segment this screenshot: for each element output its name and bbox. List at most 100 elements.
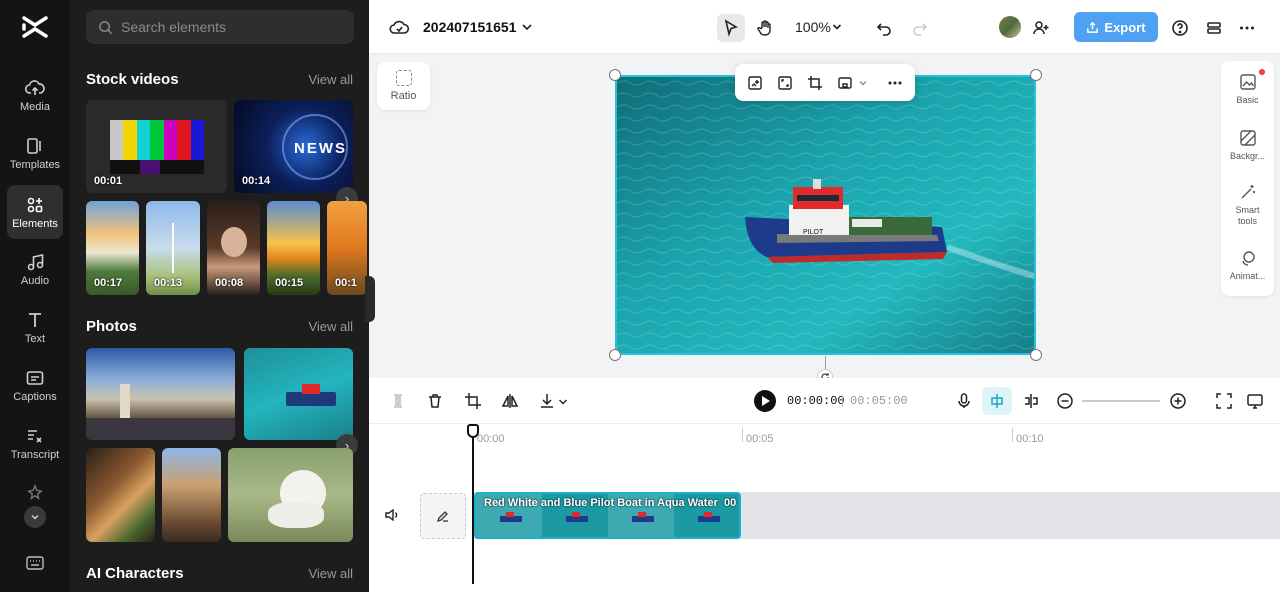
search-input[interactable] (121, 19, 341, 35)
split-view-button[interactable] (1020, 390, 1042, 412)
rotate-stem (825, 356, 826, 370)
video-duration: 00:01 (94, 175, 123, 187)
chevron-down-icon[interactable] (521, 21, 533, 33)
rail-transcript[interactable]: Transcript (7, 416, 63, 470)
rail-templates[interactable]: Templates (7, 126, 63, 180)
prop-smart-tools[interactable]: Smart tools (1221, 183, 1274, 227)
prop-animation[interactable]: Animat... (1221, 249, 1274, 282)
zoom-level[interactable]: 100% (795, 19, 831, 35)
magic-star-icon[interactable] (26, 484, 44, 502)
cloud-sync-icon[interactable] (389, 18, 409, 36)
help-button[interactable] (1166, 14, 1194, 42)
keyboard-icon[interactable] (26, 555, 44, 571)
flip-button[interactable] (499, 390, 521, 412)
playhead-handle[interactable] (467, 424, 479, 438)
split-icon (394, 394, 402, 408)
video-thumb-flowers-sunset[interactable]: 00:17 (86, 201, 139, 295)
cursor-icon (724, 19, 738, 37)
video-clip[interactable]: Red White and Blue Pilot Boat in Aqua Wa… (474, 492, 741, 539)
hand-tool-button[interactable] (751, 14, 779, 42)
chevron-down-icon[interactable] (859, 79, 867, 87)
prop-basic[interactable]: Basic (1221, 73, 1274, 106)
record-voice-button[interactable] (953, 390, 975, 412)
canvas-preview[interactable]: PILOT (615, 75, 1036, 355)
video-thumb-color-bars[interactable]: 00:01 (86, 100, 227, 193)
project-name[interactable]: 202407151651 (423, 19, 516, 35)
zoom-slider[interactable] (1082, 400, 1160, 402)
fullscreen-icon (1216, 393, 1232, 409)
remove-bg-icon (838, 77, 852, 89)
resize-handle-bottom-right[interactable] (1030, 349, 1042, 361)
video-thumb-sunset-field[interactable]: 00:1 (327, 201, 367, 295)
prop-background[interactable]: Backgr... (1221, 129, 1274, 162)
split-button[interactable] (387, 390, 409, 412)
play-button[interactable] (754, 390, 776, 412)
resize-handle-bottom-left[interactable] (609, 349, 621, 361)
panel-collapse-handle[interactable] (365, 276, 375, 322)
snap-toggle[interactable] (986, 390, 1008, 412)
avatar[interactable] (999, 16, 1021, 38)
ai-characters-view-all[interactable]: View all (308, 566, 353, 581)
select-tool-button[interactable] (717, 14, 745, 42)
volume-icon[interactable] (383, 506, 401, 524)
background-remove-button[interactable] (835, 73, 855, 93)
ratio-button[interactable]: Ratio (377, 62, 430, 110)
chevron-down-icon[interactable] (558, 397, 568, 407)
add-collaborator-button[interactable] (1027, 14, 1055, 42)
fit-frame-icon (778, 76, 792, 90)
rail-captions[interactable]: Captions (7, 358, 63, 412)
prop-background-label: Backgr... (1229, 151, 1265, 161)
search-box[interactable] (86, 10, 354, 44)
more-menu-button[interactable] (1233, 14, 1261, 42)
photo-thumb-pilot-boat[interactable] (244, 348, 353, 440)
zoom-in-button[interactable] (1167, 390, 1189, 412)
video-thumb-news[interactable]: NEWS 00:14 (234, 100, 353, 193)
photo-thumb-white-dog[interactable] (228, 448, 353, 542)
video-duration: 00:14 (242, 175, 271, 187)
delete-button[interactable] (424, 390, 446, 412)
download-button[interactable] (536, 390, 558, 412)
canvas-more-button[interactable] (885, 73, 905, 93)
preview-layout-button[interactable] (1244, 390, 1266, 412)
resize-handle-top-left[interactable] (609, 69, 621, 81)
rail-more-button[interactable] (24, 506, 46, 528)
resize-handle-top-right[interactable] (1030, 69, 1042, 81)
chevron-down-icon[interactable] (832, 22, 842, 32)
background-icon (1239, 130, 1256, 146)
crop-clip-button[interactable] (462, 390, 484, 412)
layers-icon (1207, 22, 1221, 34)
stock-videos-view-all[interactable]: View all (308, 72, 353, 87)
zoom-out-button[interactable] (1054, 390, 1076, 412)
edit-cover-button[interactable] (420, 493, 466, 539)
video-thumb-wind-turbine[interactable]: 00:13 (146, 201, 200, 295)
fullscreen-button[interactable] (1213, 390, 1235, 412)
video-thumb-sunflowers[interactable]: 00:15 (267, 201, 320, 295)
redo-button[interactable] (906, 14, 934, 42)
undo-icon (876, 23, 891, 36)
transcript-icon (28, 429, 42, 443)
crop-icon (465, 393, 481, 409)
rail-media[interactable]: Media (7, 68, 63, 122)
crop-button[interactable] (805, 73, 825, 93)
video-thumb-person-headphones[interactable]: 00:08 (207, 201, 260, 295)
ai-characters-title: AI Characters (86, 565, 184, 582)
undo-button[interactable] (870, 14, 898, 42)
photos-view-all[interactable]: View all (308, 319, 353, 334)
fit-button[interactable] (775, 73, 795, 93)
magic-wand-icon (1241, 185, 1255, 199)
rail-text[interactable]: Text (7, 300, 63, 354)
rail-elements[interactable]: Elements (7, 185, 63, 239)
stock-videos-title: Stock videos (86, 71, 179, 88)
replace-button[interactable] (745, 73, 765, 93)
rail-elements-label: Elements (12, 217, 58, 230)
rail-audio[interactable]: Audio (7, 242, 63, 296)
photo-thumb-alley[interactable] (162, 448, 221, 542)
photo-thumb-city-skyline[interactable] (86, 348, 235, 440)
upload-icon (1087, 21, 1099, 33)
help-icon (1172, 20, 1188, 36)
hand-icon (757, 20, 771, 36)
photo-thumb-tacos[interactable] (86, 448, 155, 542)
layers-button[interactable] (1200, 14, 1228, 42)
export-button[interactable]: Export (1074, 12, 1158, 42)
zoom-in-icon (1170, 393, 1186, 409)
